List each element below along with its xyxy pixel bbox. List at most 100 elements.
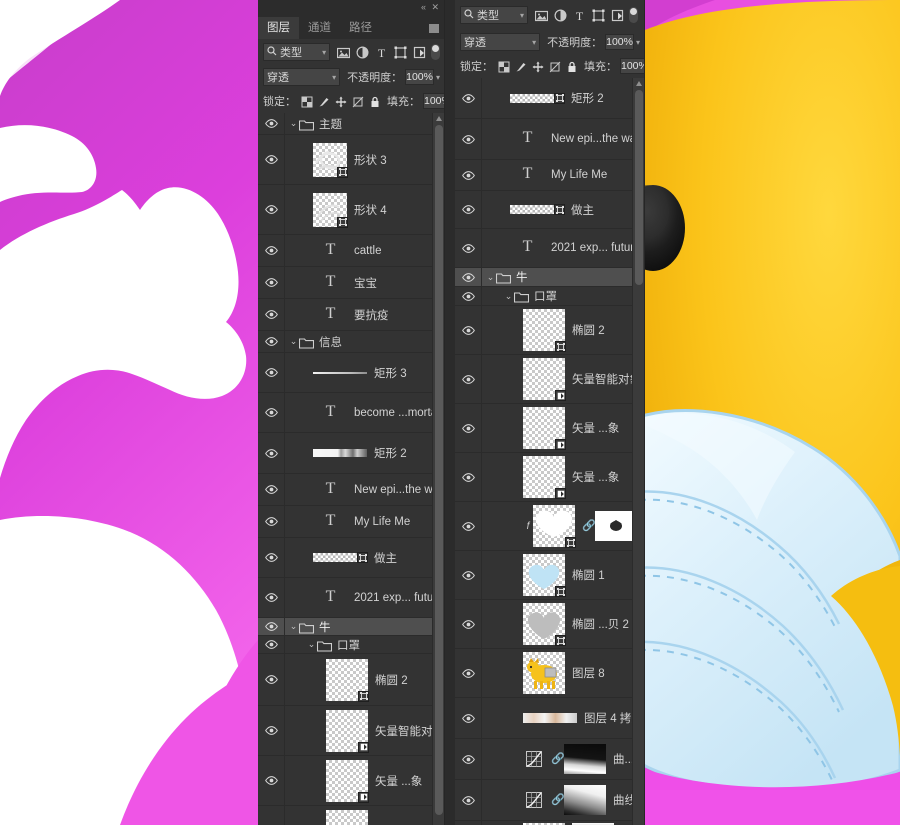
layer-row[interactable]: Tbecome ...mortal	[258, 393, 433, 433]
group-disclosure-icon[interactable]: ⌄	[503, 291, 514, 301]
layer-row-body[interactable]: T 2021 exp... future	[481, 237, 633, 259]
layer-visibility-toggle[interactable]	[455, 205, 481, 214]
layer-thumbnail[interactable]	[523, 554, 566, 597]
layer-thumbnail[interactable]	[326, 709, 369, 753]
layer-row[interactable]: T My Life Me	[455, 160, 633, 191]
layer-row-body[interactable]: 矩形 3	[284, 365, 433, 381]
layer-row[interactable]: 椭圆 1	[455, 551, 633, 600]
layer-thumbnail[interactable]	[510, 204, 565, 215]
tab-paths[interactable]: 路径	[340, 17, 381, 39]
layer-mask-thumbnail[interactable]	[564, 744, 606, 774]
layer-row-body[interactable]: T New epi...the way	[284, 479, 433, 501]
blend-mode-select[interactable]: 穿透 ▾	[460, 33, 541, 51]
layer-thumbnail[interactable]	[523, 309, 566, 352]
layer-row[interactable]: 矢量 ...象	[455, 453, 633, 502]
pixel-filter-icon[interactable]	[534, 9, 549, 22]
fill-value[interactable]: 100%	[620, 58, 645, 74]
eye-icon[interactable]	[461, 795, 475, 805]
layer-visibility-toggle[interactable]	[258, 622, 284, 631]
layer-row-body[interactable]: T My Life Me	[481, 164, 633, 186]
layer-row[interactable]: ⌄ 信息	[258, 331, 433, 353]
chevron-down-icon[interactable]: ▾	[332, 73, 336, 82]
layer-visibility-toggle[interactable]	[258, 408, 284, 417]
eye-icon[interactable]	[461, 713, 475, 723]
eye-icon[interactable]	[461, 521, 475, 531]
layer-visibility-toggle[interactable]	[258, 310, 284, 319]
smartobject-filter-icon[interactable]	[413, 46, 426, 59]
layer-row[interactable]: 椭圆 2	[455, 306, 633, 355]
layer-thumbnail[interactable]	[523, 456, 566, 499]
mask-link-icon[interactable]: 🔗	[551, 794, 565, 806]
layer-row[interactable]: Tcattle	[258, 235, 433, 267]
layer-visibility-toggle[interactable]	[258, 246, 284, 255]
layer-row-body[interactable]: 矢量 ...象	[481, 456, 633, 499]
layer-row[interactable]: T My Life Me	[258, 506, 433, 538]
vector-mask-icon[interactable]	[358, 690, 369, 702]
layer-row-body[interactable]: 做主	[481, 202, 633, 218]
layer-visibility-toggle[interactable]	[258, 368, 284, 377]
layer-row[interactable]: 矢量 ...象	[258, 756, 433, 806]
layer-row-body[interactable]: ⌄ 牛	[481, 269, 633, 285]
layer-row[interactable]: ⌄ 口罩	[455, 287, 633, 306]
eye-icon[interactable]	[461, 423, 475, 433]
vector-mask-icon[interactable]	[555, 586, 566, 597]
layer-visibility-toggle[interactable]	[258, 675, 284, 684]
layer-row-body[interactable]: 图层 8	[481, 652, 633, 694]
layer-thumbnail[interactable]	[533, 505, 576, 548]
eye-icon[interactable]	[461, 374, 475, 384]
layer-row[interactable]: 🔗 曲线 1	[455, 780, 633, 821]
layer-row-body[interactable]: 椭圆 2	[481, 309, 633, 352]
layer-row-body[interactable]: Tcattle	[284, 240, 433, 262]
chevron-down-icon[interactable]: ▾	[532, 38, 536, 47]
filter-kind-select[interactable]: 类型 ▾	[263, 43, 331, 61]
eye-icon[interactable]	[264, 368, 278, 377]
layer-row[interactable]: 图层 8	[455, 649, 633, 698]
layer-row[interactable]: 矩形 3	[258, 353, 433, 393]
eye-icon[interactable]	[461, 243, 475, 253]
vector-mask-icon[interactable]	[565, 537, 576, 548]
layer-list[interactable]: 矩形 2 T New epi...the way T My Life Me 做主 T 2021…	[455, 78, 633, 825]
layer-row[interactable]: T 2021 exp... future	[455, 229, 633, 268]
layer-visibility-toggle[interactable]	[455, 668, 481, 678]
layer-visibility-toggle[interactable]	[455, 570, 481, 580]
layer-row[interactable]: T 要抗疫	[258, 299, 433, 331]
blend-mode-select[interactable]: 穿透 ▾	[263, 68, 341, 86]
layer-row[interactable]: 矢量智能对象	[455, 355, 633, 404]
layer-visibility-toggle[interactable]	[258, 726, 284, 735]
layer-thumbnail[interactable]	[326, 759, 369, 803]
layer-visibility-toggle[interactable]	[258, 593, 284, 602]
layer-row[interactable]: 做主	[258, 538, 433, 578]
eye-icon[interactable]	[264, 408, 278, 417]
layer-visibility-toggle[interactable]	[455, 134, 481, 144]
group-disclosure-icon[interactable]: ⌄	[306, 640, 317, 649]
adjustment-filter-icon[interactable]	[356, 45, 369, 59]
shape-filter-icon[interactable]	[592, 9, 605, 22]
layer-visibility-toggle[interactable]	[455, 243, 481, 253]
layer-visibility-toggle[interactable]	[455, 325, 481, 335]
layer-mask-thumbnail[interactable]	[564, 785, 606, 815]
vector-mask-icon[interactable]	[337, 216, 348, 228]
shape-filter-icon[interactable]	[394, 46, 407, 59]
layer-row-body[interactable]: 椭圆 2	[284, 658, 433, 702]
layer-row[interactable]: 图层 4 拷贝 3	[455, 698, 633, 739]
eye-icon[interactable]	[264, 119, 278, 128]
layer-thumbnail[interactable]	[523, 713, 577, 723]
layer-visibility-toggle[interactable]	[258, 485, 284, 494]
smart-object-icon[interactable]	[358, 791, 369, 803]
fill-value[interactable]: 100%	[423, 93, 445, 109]
eye-icon[interactable]	[461, 754, 475, 764]
group-disclosure-icon[interactable]: ⌄	[288, 119, 299, 128]
eye-icon[interactable]	[461, 272, 475, 282]
layer-row-body[interactable]: T 宝宝	[284, 272, 433, 294]
eye-icon[interactable]	[264, 448, 278, 458]
layer-row-body[interactable]: 矢量 ...象	[284, 809, 433, 825]
smart-object-icon[interactable]	[555, 439, 566, 450]
close-panel-icon[interactable]: ✕	[431, 2, 439, 13]
layer-row-body[interactable]: Tbecome ...mortal	[284, 402, 433, 424]
layer-visibility-toggle[interactable]	[258, 448, 284, 458]
layer-row[interactable]: T 宝宝	[258, 267, 433, 299]
vector-mask-icon[interactable]	[337, 166, 348, 178]
layer-row-body[interactable]: 椭圆 1	[481, 554, 633, 597]
layer-thumbnail[interactable]	[313, 552, 368, 563]
layer-row[interactable]: ⌄ 牛	[258, 618, 433, 636]
